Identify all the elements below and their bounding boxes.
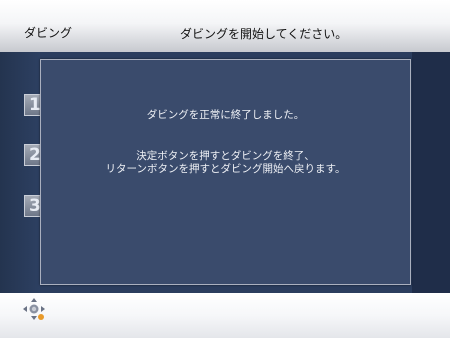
right-panel-shade — [412, 52, 450, 293]
screen-title: ダビング — [24, 26, 73, 40]
completion-message: ダビングを正常に終了しました。 — [146, 109, 305, 121]
return-instruction: リターンボタンを押すとダビング開始へ戻ります。 — [105, 163, 346, 175]
header-bar: ダビング ダビングを開始してください。 — [0, 0, 450, 52]
dpad-icon — [23, 298, 45, 320]
footer-bar — [0, 293, 450, 338]
left-panel-shade — [0, 52, 40, 293]
instruction-text: ダビングを開始してください。 — [180, 27, 348, 41]
completion-dialog: ダビングを正常に終了しました。 決定ボタンを押すとダビングを終了、 リターンボタ… — [40, 59, 411, 285]
